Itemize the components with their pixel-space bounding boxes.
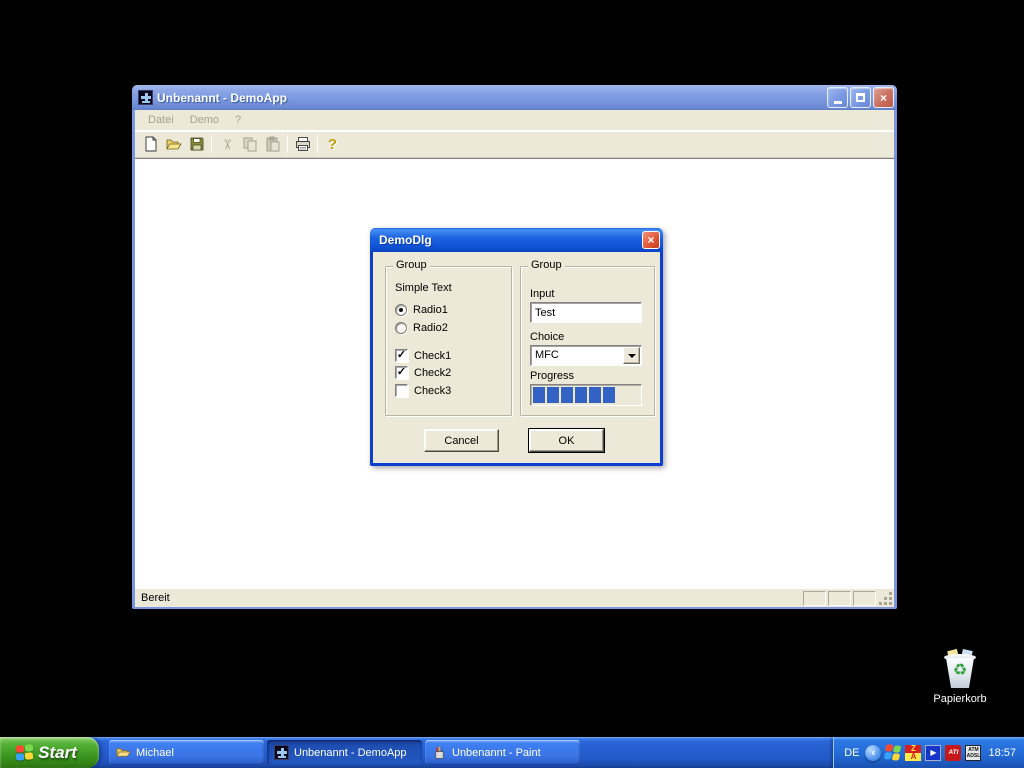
radio1-control[interactable]	[395, 304, 407, 316]
input-label: Input	[530, 288, 554, 300]
demoapp-icon	[273, 745, 289, 761]
copy-icon	[238, 133, 261, 155]
task-buttons: Michael Unbenannt - DemoApp Unbenannt - …	[109, 737, 580, 768]
group-left-title: Group	[393, 259, 430, 271]
radio1-row[interactable]: Radio1	[395, 304, 448, 316]
check3-control[interactable]: ✓	[395, 384, 408, 397]
dialog-title: DemoDlg	[379, 233, 642, 247]
ok-button[interactable]: OK	[529, 429, 604, 452]
group-box-left: Group Simple Text Radio1 Radio2 ✓ Check1…	[385, 266, 512, 416]
recycle-bin-icon[interactable]: ♻ Papierkorb	[927, 650, 993, 705]
maximize-button[interactable]	[850, 87, 871, 108]
close-button[interactable]: ×	[873, 87, 894, 108]
check3-label: Check3	[414, 385, 451, 397]
recycle-bin-label: Papierkorb	[927, 693, 993, 705]
menu-demo[interactable]: Demo	[183, 112, 226, 128]
check1-control[interactable]: ✓	[395, 349, 408, 362]
simple-text-label: Simple Text	[395, 282, 452, 294]
statusbar: Bereit	[135, 588, 894, 607]
paint-icon	[431, 745, 447, 761]
collapse-chevron-icon[interactable]: ‹	[865, 745, 881, 761]
choice-label: Choice	[530, 331, 564, 343]
start-label: Start	[38, 743, 83, 763]
check1-label: Check1	[414, 350, 451, 362]
check2-label: Check2	[414, 367, 451, 379]
status-panes	[803, 591, 876, 606]
windows-flag-icon	[16, 744, 33, 761]
ati-icon[interactable]: ATI	[945, 745, 961, 761]
print-icon[interactable]	[291, 133, 314, 155]
progress-label: Progress	[530, 370, 574, 382]
messenger-icon[interactable]	[884, 743, 902, 761]
status-text: Bereit	[141, 592, 170, 604]
start-button[interactable]: Start	[0, 737, 99, 768]
minimize-button[interactable]	[827, 87, 848, 108]
taskbar-button-michael[interactable]: Michael	[109, 740, 264, 765]
radio2-control[interactable]	[395, 322, 407, 334]
cut-icon: ✂	[215, 133, 238, 155]
taskbar-button-paint[interactable]: Unbenannt - Paint	[425, 740, 580, 765]
toolbar-separator	[211, 135, 212, 153]
chevron-down-icon	[628, 354, 636, 358]
resize-grip-icon[interactable]	[879, 592, 893, 606]
help-icon[interactable]: ?	[321, 133, 344, 155]
open-folder-icon[interactable]	[162, 133, 185, 155]
group-box-right: Group Input Choice MFC Progress	[520, 266, 655, 416]
check3-row[interactable]: ✓ Check3	[395, 384, 451, 397]
adsl-status-icon[interactable]: ATM ADSL	[965, 745, 981, 761]
combo-dropdown-button[interactable]	[623, 347, 640, 364]
cancel-button[interactable]: Cancel	[424, 429, 499, 452]
toolbar-separator	[317, 135, 318, 153]
taskbar-button-demoapp[interactable]: Unbenannt - DemoApp	[267, 740, 422, 765]
demo-dialog: DemoDlg × Group Simple Text Radio1 Radio…	[370, 228, 663, 466]
zonealarm-icon[interactable]: Z A	[905, 745, 921, 761]
clock[interactable]: 18:57	[988, 747, 1016, 759]
media-player-icon[interactable]: ▶	[925, 745, 941, 761]
progress-bar	[530, 384, 642, 406]
dialog-body: Group Simple Text Radio1 Radio2 ✓ Check1…	[373, 252, 660, 465]
radio1-label: Radio1	[413, 304, 448, 316]
paste-icon	[261, 133, 284, 155]
dialog-titlebar[interactable]: DemoDlg ×	[370, 228, 663, 252]
desktop: Unbenannt - DemoApp × Datei Demo ? ✂	[0, 0, 1024, 768]
app-window-title: Unbenannt - DemoApp	[157, 91, 827, 105]
menu-datei[interactable]: Datei	[141, 112, 181, 128]
check2-row[interactable]: ✓ Check2	[395, 366, 451, 379]
language-indicator[interactable]: DE	[844, 747, 859, 759]
dialog-close-icon[interactable]: ×	[642, 231, 660, 249]
taskbar-button-label: Michael	[136, 747, 174, 759]
taskbar-button-label: Unbenannt - Paint	[452, 747, 541, 759]
new-document-icon[interactable]	[139, 133, 162, 155]
input-field[interactable]	[530, 302, 642, 323]
recycle-bin-glyph: ♻	[943, 650, 977, 690]
toolbar: ✂ ?	[135, 131, 894, 158]
toolbar-separator	[287, 135, 288, 153]
check1-row[interactable]: ✓ Check1	[395, 349, 451, 362]
demoapp-icon	[137, 90, 153, 106]
folder-icon	[115, 745, 131, 761]
choice-combobox[interactable]: MFC	[530, 345, 642, 366]
choice-value: MFC	[531, 346, 623, 365]
check2-control[interactable]: ✓	[395, 366, 408, 379]
taskbar-button-label: Unbenannt - DemoApp	[294, 747, 407, 759]
menu-help[interactable]: ?	[228, 112, 248, 128]
radio2-row[interactable]: Radio2	[395, 322, 448, 334]
taskbar: Start Michael Unbenannt - DemoApp Unbena…	[0, 737, 1024, 768]
system-tray: DE ‹ Z A ▶ ATI ATM ADSL 18:57	[833, 737, 1024, 768]
app-titlebar[interactable]: Unbenannt - DemoApp ×	[132, 85, 897, 110]
group-right-title: Group	[528, 259, 565, 271]
radio2-label: Radio2	[413, 322, 448, 334]
save-icon[interactable]	[185, 133, 208, 155]
menubar: Datei Demo ?	[135, 110, 894, 131]
